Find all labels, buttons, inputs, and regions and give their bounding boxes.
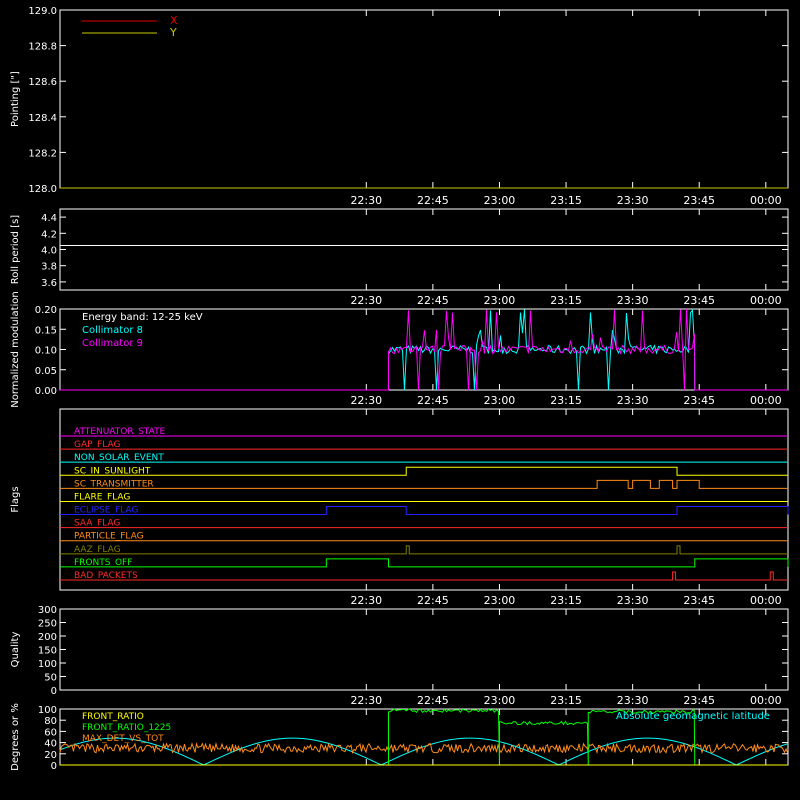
energy-band-annotation: Energy band: 12-25 keV [82,312,203,323]
x-tick-label: 00:00 [750,294,782,307]
y-tick-label: 200 [38,632,57,643]
y-tick-label: 128.2 [28,148,57,159]
panel-5: 22:30 22:45 23:00 23:15 23:30 23:45 00:00 Quali… [10,605,789,707]
x-tick-label: 23:00 [484,394,516,407]
geomag-annotation: Absolute geomagnetic latitude [616,711,770,722]
y-axis-label: Degrees or % [10,703,21,771]
panel-frame [59,208,789,291]
flag-line [60,506,789,516]
x-tick-label: 00:00 [750,694,782,707]
y-axis-label: Normalized modulation [10,291,21,408]
x-tick-label: 23:30 [617,194,649,207]
legend-label: FRONT_RATIO [82,712,144,722]
x-tick-label: 23:00 [484,294,516,307]
legend-label: Collimator 8 [82,325,143,336]
x-tick-label: 23:15 [550,694,582,707]
series-geomag-line [59,737,789,766]
y-tick-label: 3.6 [41,278,57,289]
x-tick-label: 23:30 [617,394,649,407]
flag-line [60,479,788,489]
y-tick-label: 300 [38,605,57,616]
x-tick-label: 22:30 [350,694,382,707]
y-tick-label: 4.0 [41,246,57,257]
x-tick-label: 22:45 [417,394,449,407]
y-tick-label: 0.20 [35,305,57,316]
flag-line [60,466,788,476]
x-tick-label: 00:00 [750,394,782,407]
x-tick-label: 23:00 [484,594,516,607]
rhessi-summary-chart: 22:30 22:45 23:00 23:15 23:30 23:45 00:00 Point… [10,6,789,772]
x-tick-label: 00:00 [750,194,782,207]
y-tick-label: 150 [38,646,57,657]
panel-6: Degrees or % 100806040200 FRONT_RATIOFRONT… [10,703,789,772]
y-tick-label: 3.8 [41,262,57,273]
y-tick-label: 100 [38,659,57,670]
y-tick-label: 4.4 [41,213,57,224]
x-tick-label: 22:30 [350,294,382,307]
y-tick-label: 0.15 [35,325,57,336]
x-tick-label: 23:15 [550,394,582,407]
x-tick-label: 23:45 [683,194,715,207]
panel-3: 22:30 22:45 23:00 23:15 23:30 23:45 00:00 Norma… [10,291,789,408]
x-tick-label: 22:45 [417,694,449,707]
panel-1: 22:30 22:45 23:00 23:15 23:30 23:45 00:00 Point… [10,6,789,207]
y-tick-label: 0 [51,686,57,697]
x-tick-label: 23:30 [617,594,649,607]
legend-label: Y [169,26,177,39]
x-tick-label: 23:45 [683,394,715,407]
y-tick-label: 128.8 [28,42,57,53]
y-tick-label: 0 [51,761,57,772]
y-axis-label: Quality [10,632,21,668]
x-tick-label: 23:45 [683,594,715,607]
x-tick-label: 23:30 [617,694,649,707]
x-tick-label: 23:45 [683,694,715,707]
y-axis-label: Flags [10,486,21,512]
y-tick-label: 128.4 [28,113,57,124]
y-axis-label: Pointing ["] [10,71,21,127]
y-tick-label: 0.10 [35,346,57,357]
series-max-det-line [59,741,788,755]
y-tick-label: 100 [38,705,57,716]
x-tick-label: 23:00 [484,694,516,707]
y-tick-label: 0.05 [35,366,57,377]
flag-line [60,571,788,581]
y-tick-label: 50 [44,673,57,684]
x-tick-label: 22:30 [350,194,382,207]
panel-frame [59,608,789,691]
x-tick-label: 22:30 [350,394,382,407]
y-tick-label: 20 [44,750,57,761]
x-tick-label: 00:00 [750,594,782,607]
legend-label: MAX_DET_VS_TOT [82,734,164,744]
x-tick-label: 22:45 [417,194,449,207]
x-tick-label: 22:45 [417,294,449,307]
y-tick-label: 80 [44,716,57,727]
x-tick-label: 23:15 [550,294,582,307]
y-axis-label: Roll period [s] [10,215,21,284]
x-tick-label: 23:15 [550,594,582,607]
panel-2: 22:30 22:45 23:00 23:15 23:30 23:45 00:00 Roll … [10,208,789,307]
flag-line [60,545,788,555]
y-tick-label: 128.6 [28,77,57,88]
x-tick-label: 23:00 [484,194,516,207]
panel-4: 22:30 22:45 23:00 23:15 23:30 23:45 00:00 Flags… [10,408,789,607]
x-tick-label: 23:15 [550,194,582,207]
y-tick-label: 250 [38,619,57,630]
y-tick-label: 128.0 [28,184,57,195]
flag-line [60,558,789,568]
x-tick-label: 23:30 [617,294,649,307]
x-tick-label: 22:45 [417,594,449,607]
y-tick-label: 4.2 [41,229,57,240]
legend-label: FRONT_RATIO_1225 [82,723,171,733]
y-tick-label: 40 [44,739,57,750]
legend-label: Collimator 9 [82,338,143,349]
x-tick-label: 22:30 [350,594,382,607]
x-tick-label: 23:45 [683,294,715,307]
y-tick-label: 0.00 [35,386,57,397]
y-tick-label: 60 [44,727,57,738]
y-tick-label: 129.0 [28,6,57,17]
